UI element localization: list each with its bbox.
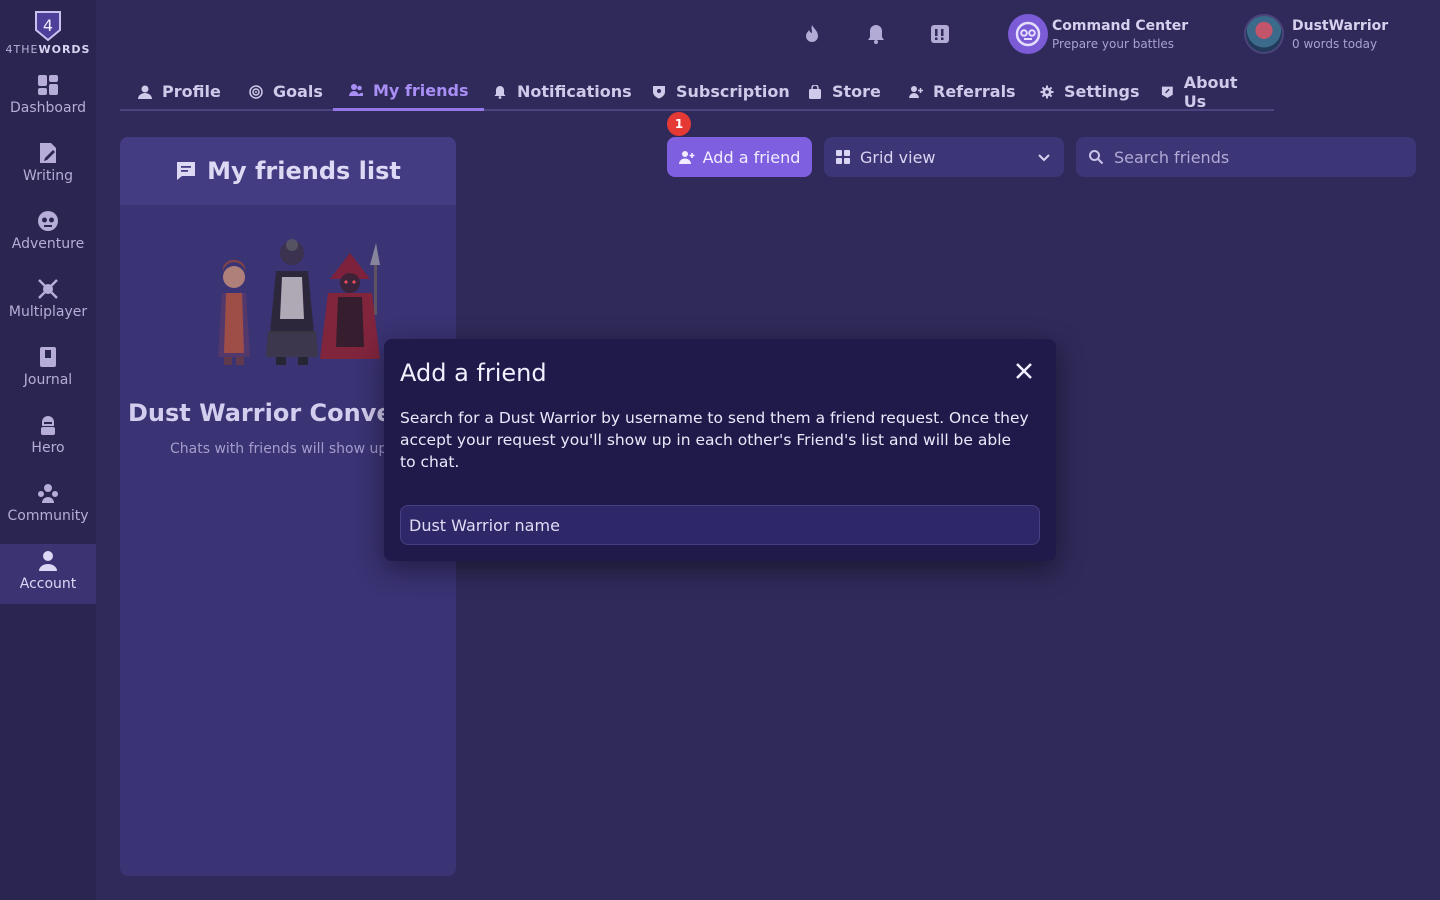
tab-notifications[interactable]: Notifications [477, 72, 648, 111]
sidebar: 4 4THEWORDS Dashboard Writing Adventure … [0, 0, 96, 900]
writing-icon [40, 143, 56, 163]
sidebar-item-label: Dashboard [10, 100, 86, 116]
sidebar-item-journal[interactable]: Journal [0, 346, 96, 406]
sidebar-item-dashboard[interactable]: Dashboard [0, 74, 96, 134]
command-center[interactable]: Command Center Prepare your battles [1008, 14, 1188, 54]
bag-icon [809, 84, 821, 99]
account-tabs: Profile Goals My friends Notifications S… [120, 72, 1274, 111]
logo-text: 4THEWORDS [5, 43, 91, 56]
hero-icon [41, 416, 55, 435]
empty-state-subtitle: Chats with friends will show up h [170, 441, 401, 457]
sidebar-item-community[interactable]: Community [0, 482, 96, 542]
tab-about-us[interactable]: About Us [1145, 72, 1274, 111]
sidebar-item-account[interactable]: Account [0, 544, 96, 604]
add-friend-button[interactable]: Add a friend [667, 137, 812, 177]
user-menu[interactable]: DustWarrior 0 words today [1244, 14, 1388, 54]
words-today: 0 words today [1292, 36, 1378, 51]
account-icon [39, 551, 57, 571]
search-friends[interactable] [1076, 137, 1416, 177]
sidebar-item-label: Writing [23, 168, 73, 184]
app-logo[interactable]: 4 4THEWORDS [0, 10, 96, 56]
tab-my-friends[interactable]: My friends [333, 72, 485, 111]
sidebar-item-multiplayer[interactable]: Multiplayer [0, 278, 96, 338]
step-badge: 1 [667, 112, 691, 136]
user-name: DustWarrior [1292, 17, 1389, 34]
modal-title: Add a friend [400, 359, 547, 387]
command-center-avatar [1008, 14, 1048, 54]
person-icon [138, 85, 152, 99]
community-icon [38, 484, 58, 503]
gear-icon [1040, 85, 1054, 98]
sidebar-item-label: Community [7, 508, 89, 524]
tab-settings[interactable]: Settings [1024, 72, 1156, 111]
close-icon[interactable] [1012, 359, 1036, 383]
tab-goals[interactable]: Goals [233, 72, 339, 111]
bell-icon [494, 85, 506, 99]
streak-flame-icon[interactable] [801, 23, 823, 45]
dust-warrior-name-input[interactable] [400, 505, 1040, 545]
logo-number: 4 [43, 16, 53, 35]
dashboard-icon [38, 75, 58, 95]
alert-icon[interactable] [929, 23, 951, 45]
sidebar-item-label: Multiplayer [8, 304, 88, 320]
sidebar-item-label: Journal [23, 372, 73, 388]
target-icon [249, 84, 263, 99]
grid-icon [836, 150, 850, 164]
logo-shield-icon: 4 [35, 11, 61, 42]
sidebar-item-writing[interactable]: Writing [0, 142, 96, 202]
friends-list-title: My friends list [207, 157, 401, 185]
command-center-subtitle: Prepare your battles [1052, 36, 1175, 51]
sidebar-item-adventure[interactable]: Adventure [0, 210, 96, 270]
sidebar-item-hero[interactable]: Hero [0, 414, 96, 474]
command-center-title: Command Center [1052, 17, 1189, 34]
add-person-icon [678, 151, 695, 164]
avatar [1244, 14, 1284, 54]
robot-face-icon [1015, 21, 1041, 47]
adventure-icon [38, 211, 58, 231]
journal-icon [40, 347, 56, 367]
multiplayer-icon [38, 279, 58, 299]
sidebar-item-label: Account [19, 576, 77, 592]
friends-list-header: My friends list [120, 137, 456, 205]
chevron-down-icon [1038, 154, 1050, 162]
add-friend-modal: Add a friend Search for a Dust Warrior b… [384, 339, 1056, 561]
tab-subscription[interactable]: Subscription [636, 72, 806, 111]
bell-icon[interactable] [865, 23, 887, 45]
modal-description: Search for a Dust Warrior by username to… [400, 409, 1029, 471]
tab-store[interactable]: Store [792, 72, 897, 111]
view-mode-value: Grid view [860, 147, 936, 167]
add-friend-label: Add a friend [702, 147, 801, 167]
view-mode-select[interactable]: Grid view [824, 137, 1064, 177]
info-icon [1161, 86, 1173, 98]
chat-icon [177, 162, 196, 180]
sidebar-item-label: Adventure [11, 236, 85, 252]
search-icon [1089, 150, 1104, 165]
heroes-illustration [218, 239, 380, 365]
add-person-icon [909, 85, 923, 98]
tab-profile[interactable]: Profile [122, 72, 237, 111]
friends-icon [349, 84, 363, 96]
tab-referrals[interactable]: Referrals [893, 72, 1032, 111]
sidebar-item-label: Hero [31, 440, 65, 456]
shield-icon [653, 85, 665, 98]
search-input[interactable] [1114, 147, 1394, 167]
